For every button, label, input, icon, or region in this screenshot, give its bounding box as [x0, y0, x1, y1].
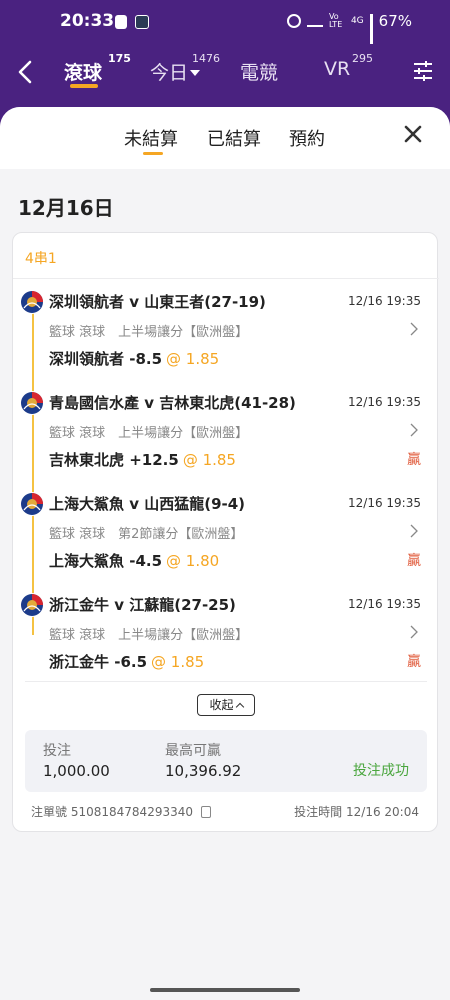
tab-reserved[interactable]: 預約 [289, 125, 325, 151]
tab-today[interactable]: 今日 1476 [150, 52, 220, 85]
result-badge: 贏 [407, 452, 421, 468]
sheet-tab-indicator [143, 152, 163, 155]
chevron-right-icon[interactable] [409, 322, 419, 336]
basketball-league-icon [20, 593, 44, 617]
match-title: 青島國信水產 v 吉林東北虎(41-28) [49, 394, 296, 412]
max-win-label: 最高可贏 [165, 743, 221, 759]
tab-vr[interactable]: VR 295 [324, 52, 373, 80]
copy-icon[interactable] [200, 806, 211, 818]
stake-value: 1,000.00 [43, 762, 110, 780]
match-title: 上海大鯊魚 v 山西猛龍(9-4) [49, 495, 246, 513]
market-label: 籃球 滾球 上半場讓分【歐洲盤】 [49, 628, 249, 643]
bet-card: 4串1 深圳領航者 v 山東王者(27-19) 12/16 19:35 籃球 滾… [12, 232, 439, 832]
bet-time: 12/16 20:04 [346, 805, 419, 819]
close-icon[interactable] [402, 123, 424, 145]
collapse-button[interactable]: 收起 [197, 694, 255, 716]
signal-icon [369, 14, 373, 48]
volte-label: Vo LTE [328, 12, 343, 29]
bet-leg[interactable]: 深圳領航者 v 山東王者(27-19) 12/16 19:35 籃球 滾球 上半… [13, 288, 439, 388]
basketball-league-icon [20, 290, 44, 314]
odds: @ 1.80 [166, 552, 220, 570]
ticket-number: 5108184784293340 [70, 805, 193, 819]
selection: 深圳領航者 -8.5 @ 1.85 [49, 350, 220, 368]
match-time: 12/16 19:35 [348, 496, 421, 510]
back-arrow-icon[interactable] [14, 58, 38, 86]
result-badge: 贏 [407, 553, 421, 569]
bet-time-info: 投注時間 12/16 20:04 [294, 805, 419, 819]
match-title: 浙江金牛 v 江蘇龍(27-25) [49, 596, 236, 614]
bet-status: 投注成功 [353, 763, 409, 779]
date-heading: 12月16日 [18, 196, 114, 220]
chevron-right-icon[interactable] [409, 625, 419, 639]
clock: 20:33 [60, 11, 115, 31]
app-icon [135, 15, 149, 29]
notification-icon [115, 15, 127, 29]
match-time: 12/16 19:35 [348, 294, 421, 308]
match-title: 深圳領航者 v 山東王者(27-19) [49, 293, 266, 311]
basketball-league-icon [20, 492, 44, 516]
result-badge: 贏 [407, 654, 421, 670]
tab-esports[interactable]: 電競 [240, 58, 278, 85]
tab-settled[interactable]: 已結算 [207, 125, 261, 151]
divider [13, 278, 439, 279]
ticket-info: 注單號 5108184784293340 [31, 803, 211, 820]
odds: @ 1.85 [151, 653, 205, 671]
sheet-header: 未結算 已結算 預約 [0, 107, 450, 169]
home-indicator[interactable] [150, 988, 300, 992]
status-bar: 20:33 Vo LTE 4G 67% [0, 0, 450, 48]
chevron-down-icon [190, 70, 201, 76]
match-time: 12/16 19:35 [348, 395, 421, 409]
wifi-4g-label: 4G [350, 16, 364, 26]
mute-icon [306, 15, 323, 27]
divider [25, 681, 427, 682]
market-label: 籃球 滾球 上半場讓分【歐洲盤】 [49, 426, 249, 441]
bet-summary: 投注 1,000.00 最高可贏 10,396.92 投注成功 [25, 730, 427, 792]
selection: 浙江金牛 -6.5 @ 1.85 [49, 653, 205, 671]
bet-leg[interactable]: 浙江金牛 v 江蘇龍(27-25) 12/16 19:35 籃球 滾球 上半場讓… [13, 591, 439, 691]
stake-label: 投注 [43, 743, 71, 759]
odds: @ 1.85 [166, 350, 220, 368]
active-tab-indicator [70, 84, 98, 88]
tab-live[interactable]: 滾球 175 [64, 52, 131, 85]
tab-unsettled[interactable]: 未結算 [124, 125, 178, 151]
max-win-value: 10,396.92 [165, 762, 242, 780]
bet-leg[interactable]: 上海大鯊魚 v 山西猛龍(9-4) 12/16 19:35 籃球 滾球 第2節讓… [13, 490, 439, 590]
chevron-right-icon[interactable] [409, 423, 419, 437]
alarm-icon [286, 14, 301, 28]
market-label: 籃球 滾球 上半場讓分【歐洲盤】 [49, 325, 249, 340]
filter-settings-icon[interactable] [412, 60, 434, 82]
battery-level: 67% [378, 12, 412, 30]
basketball-league-icon [20, 391, 44, 415]
odds: @ 1.85 [182, 451, 236, 469]
chevron-right-icon[interactable] [409, 524, 419, 538]
top-nav: 滾球 175 今日 1476 電競 VR 295 [0, 44, 450, 104]
selection: 上海大鯊魚 -4.5 @ 1.80 [49, 552, 220, 570]
bet-records-sheet: 未結算 已結算 預約 12月16日 4串1 深圳領航者 v 山東王者(27-19… [0, 107, 450, 1000]
bet-type: 4串1 [25, 251, 57, 267]
selection: 吉林東北虎 +12.5 @ 1.85 [49, 451, 236, 469]
market-label: 籃球 滾球 第2節讓分【歐洲盤】 [49, 527, 244, 542]
match-time: 12/16 19:35 [348, 597, 421, 611]
bet-leg[interactable]: 青島國信水產 v 吉林東北虎(41-28) 12/16 19:35 籃球 滾球 … [13, 389, 439, 489]
chevron-up-icon [235, 702, 244, 712]
